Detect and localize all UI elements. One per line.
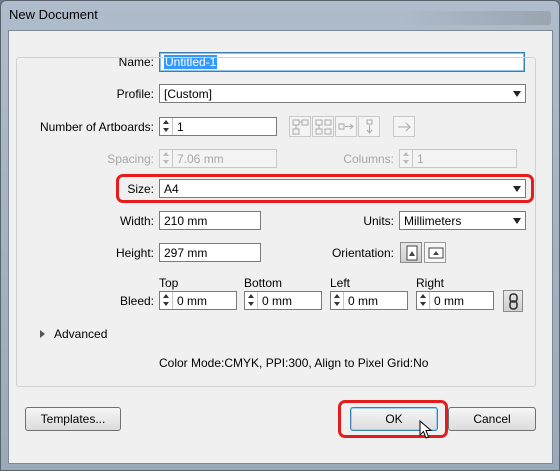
arrow-up-icon — [163, 152, 169, 156]
size-select[interactable]: A4 — [159, 179, 526, 198]
window-title: New Document — [9, 7, 98, 22]
stepper-arrows[interactable] — [400, 150, 413, 167]
columns-label: Columns: — [343, 152, 394, 166]
arrange-by-row-button[interactable] — [335, 116, 357, 137]
orientation-label: Orientation: — [331, 246, 394, 260]
bleed-left-value: 0 mm — [348, 294, 378, 308]
arrow-down-icon — [248, 302, 254, 306]
stepper-arrows[interactable] — [417, 292, 430, 309]
landscape-button[interactable] — [424, 242, 446, 263]
bleed-bottom-label: Bottom — [244, 276, 283, 290]
profile-select[interactable]: [Custom] — [159, 84, 526, 103]
bleed-label: Bleed: — [119, 294, 154, 308]
title-bar-background — [401, 11, 551, 25]
height-input[interactable]: 297 mm — [159, 243, 261, 262]
bleed-right-stepper[interactable]: 0 mm — [416, 291, 494, 310]
artboards-stepper[interactable]: 1 — [159, 117, 277, 136]
arrange-by-row-icon — [338, 123, 354, 130]
units-label: Units: — [363, 214, 394, 228]
portrait-button[interactable] — [400, 242, 422, 263]
grid-by-column-button[interactable] — [312, 116, 334, 137]
bleed-bottom-stepper[interactable]: 0 mm — [244, 291, 322, 310]
stepper-arrows[interactable] — [331, 292, 344, 309]
arrow-down-icon — [163, 302, 169, 306]
bleed-left-stepper[interactable]: 0 mm — [330, 291, 408, 310]
chevron-down-icon — [513, 91, 521, 97]
mouse-cursor-icon — [419, 420, 433, 439]
bleed-top-value: 0 mm — [177, 294, 207, 308]
arrange-by-column-button[interactable] — [358, 116, 380, 137]
grid-by-row-button[interactable] — [289, 116, 311, 137]
change-to-right-to-left-button[interactable] — [393, 116, 415, 137]
portrait-icon — [406, 245, 418, 261]
cancel-button[interactable]: Cancel — [448, 407, 536, 431]
artboards-value: 1 — [177, 120, 184, 134]
bleed-top-stepper[interactable]: 0 mm — [159, 291, 237, 310]
bleed-bottom-value: 0 mm — [262, 294, 292, 308]
spacing-stepper[interactable]: 7.06 mm — [159, 149, 277, 168]
arrow-down-icon — [403, 160, 409, 164]
arrow-up-icon — [163, 294, 169, 298]
height-value: 297 mm — [164, 246, 208, 260]
stepper-arrows[interactable] — [245, 292, 258, 309]
size-value: A4 — [164, 182, 179, 196]
profile-label: Profile: — [116, 87, 154, 101]
bleed-right-label: Right — [416, 276, 445, 290]
link-bleed-button[interactable] — [503, 290, 523, 312]
height-label: Height: — [115, 246, 154, 260]
arrow-down-icon — [163, 128, 169, 132]
landscape-icon — [428, 247, 444, 259]
stepper-arrows[interactable] — [160, 292, 173, 309]
stepper-arrows[interactable] — [160, 118, 173, 135]
arrow-right-icon — [398, 122, 411, 132]
stepper-arrows[interactable] — [160, 150, 173, 167]
chevron-down-icon — [513, 218, 521, 224]
arrow-up-icon — [248, 294, 254, 298]
arrow-up-icon — [163, 120, 169, 124]
chevron-down-icon — [513, 186, 521, 192]
width-label: Width: — [119, 214, 154, 228]
columns-stepper[interactable]: 1 — [399, 149, 517, 168]
bleed-right-value: 0 mm — [434, 294, 464, 308]
profile-value: [Custom] — [164, 87, 213, 101]
arrange-by-column-icon — [366, 119, 373, 134]
width-value: 210 mm — [164, 214, 208, 228]
width-input[interactable]: 210 mm — [159, 211, 261, 230]
arrow-up-icon — [403, 152, 409, 156]
grid-by-column-icon — [315, 119, 332, 135]
advanced-toggle[interactable]: Advanced — [54, 327, 107, 341]
arrow-down-icon — [163, 160, 169, 164]
spacing-value: 7.06 mm — [177, 152, 224, 166]
templates-button[interactable]: Templates... — [25, 407, 121, 431]
title-bar[interactable]: New Document — [1, 1, 559, 29]
chain-link-icon — [509, 293, 518, 310]
spacing-label: Spacing: — [107, 152, 154, 166]
bleed-top-label: Top — [159, 276, 179, 290]
bleed-left-label: Left — [330, 276, 351, 290]
disclosure-triangle-icon[interactable] — [40, 330, 45, 338]
document-info-text: Color Mode:CMYK, PPI:300, Align to Pixel… — [159, 356, 429, 370]
arrow-down-icon — [334, 302, 340, 306]
arrow-up-icon — [420, 294, 426, 298]
units-select[interactable]: Millimeters — [399, 211, 526, 230]
artboards-label: Number of Artboards: — [39, 120, 154, 134]
arrow-down-icon — [420, 302, 426, 306]
units-value: Millimeters — [404, 214, 462, 228]
arrow-up-icon — [334, 294, 340, 298]
grid-by-row-icon — [292, 119, 309, 135]
columns-value: 1 — [417, 152, 424, 166]
size-label: Size: — [127, 182, 154, 196]
